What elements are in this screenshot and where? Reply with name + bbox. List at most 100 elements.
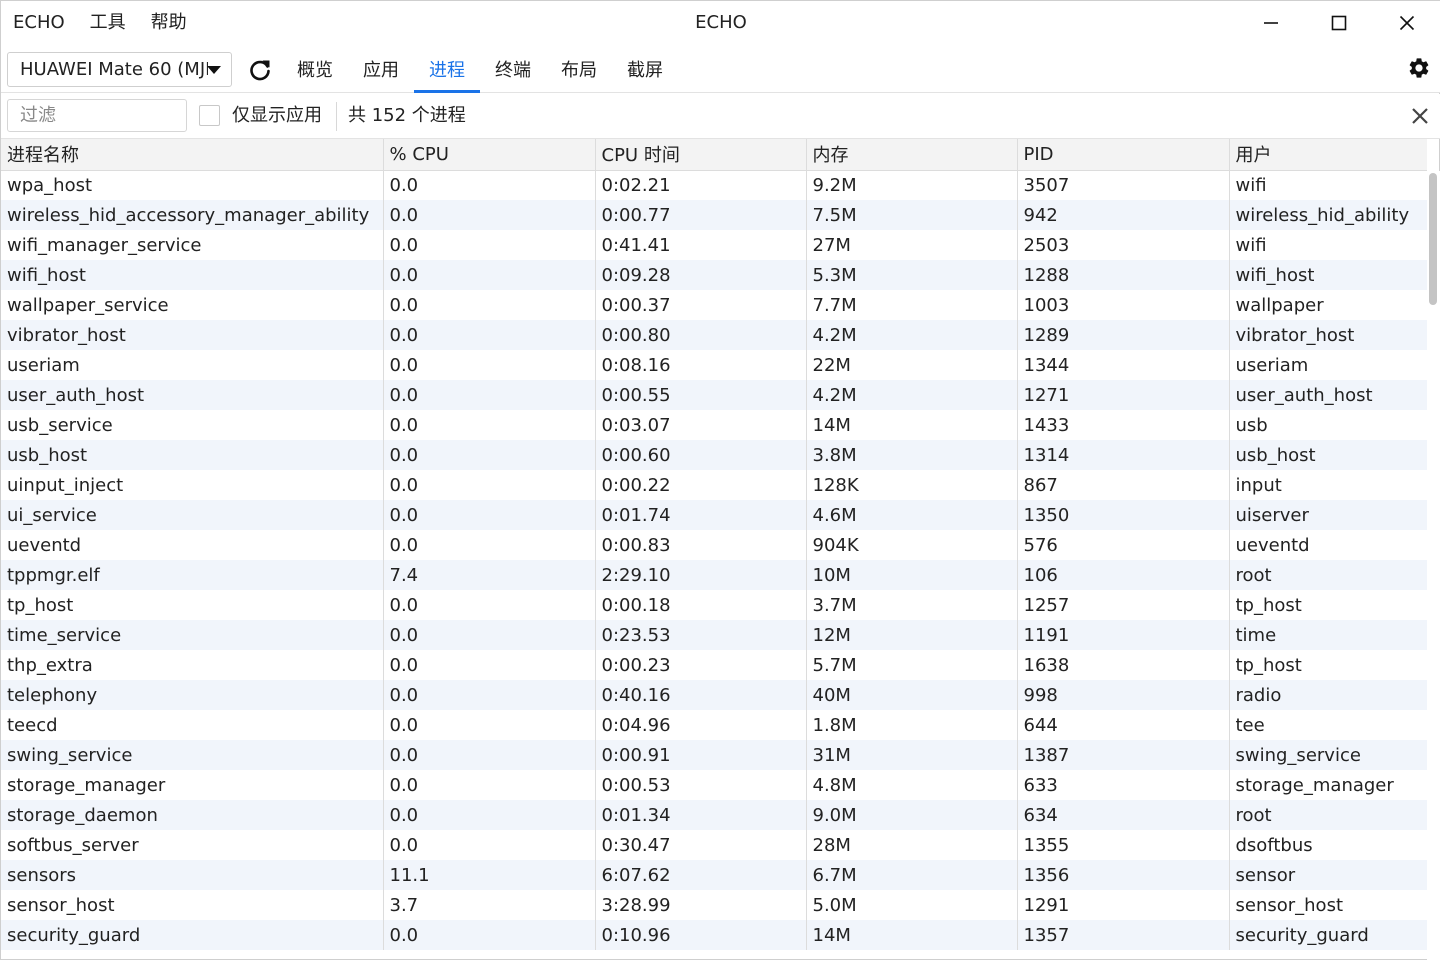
table-row[interactable]: wifi_manager_service 0.0 0:41.41 27M 2503 wif… bbox=[1, 230, 1427, 260]
cell-user: tee bbox=[1229, 710, 1427, 740]
table-row[interactable]: tppmgr.elf 7.4 2:29.10 10M 106 root bbox=[1, 560, 1427, 590]
maximize-button[interactable] bbox=[1305, 1, 1373, 45]
table-row[interactable]: wireless_hid_accessory_manager_ability 0.… bbox=[1, 200, 1427, 230]
cell-user: time bbox=[1229, 620, 1427, 650]
cell-pid: 1356 bbox=[1017, 860, 1230, 890]
toolbar: HUAWEI Mate 60 (MJE 概览 应用 进程 终端 布局 截屏 bbox=[1, 45, 1440, 93]
cell-user: wifi bbox=[1229, 230, 1427, 260]
cell-memory: 10M bbox=[806, 560, 1018, 590]
cell-cpu: 0.0 bbox=[383, 470, 596, 500]
column-header-name[interactable]: 进程名称 bbox=[1, 139, 384, 171]
column-header-user[interactable]: 用户 bbox=[1229, 139, 1427, 171]
table-row[interactable]: wallpaper_service 0.0 0:00.37 7.7M 1003 wallp… bbox=[1, 290, 1427, 320]
filter-input[interactable] bbox=[7, 99, 187, 132]
cell-name: usb_host bbox=[1, 440, 384, 470]
cell-memory: 4.6M bbox=[806, 500, 1018, 530]
table-row[interactable]: storage_manager 0.0 0:00.53 4.8M 633 storage_… bbox=[1, 770, 1427, 800]
table-row[interactable]: sensors 11.1 6:07.62 6.7M 1356 sensor bbox=[1, 860, 1427, 890]
table-row[interactable]: usb_service 0.0 0:03.07 14M 1433 usb bbox=[1, 410, 1427, 440]
table-row[interactable]: sensor_host 3.7 3:28.99 5.0M 1291 sensor_host bbox=[1, 890, 1427, 920]
tab-layout[interactable]: 布局 bbox=[546, 45, 612, 93]
cell-name: wpa_host bbox=[1, 170, 384, 200]
table-row[interactable]: usb_host 0.0 0:00.60 3.8M 1314 usb_host bbox=[1, 440, 1427, 470]
table-row[interactable]: ueventd 0.0 0:00.83 904K 576 ueventd bbox=[1, 530, 1427, 560]
settings-button[interactable] bbox=[1407, 56, 1431, 80]
table-row[interactable]: time_service 0.0 0:23.53 12M 1191 time bbox=[1, 620, 1427, 650]
process-table-container: 进程名称 % CPU CPU 时间 内存 PID 用户 wpa_host 0.0 0… bbox=[1, 139, 1440, 960]
menu-echo[interactable]: ECHO bbox=[13, 11, 65, 35]
table-row[interactable]: security_guard 0.0 0:10.96 14M 1357 security_… bbox=[1, 920, 1427, 950]
table-row[interactable]: thp_extra 0.0 0:00.23 5.7M 1638 tp_host bbox=[1, 650, 1427, 680]
cell-pid: 998 bbox=[1017, 680, 1230, 710]
cell-memory: 14M bbox=[806, 920, 1018, 950]
table-row[interactable]: uinput_inject 0.0 0:00.22 128K 867 input bbox=[1, 470, 1427, 500]
refresh-button[interactable] bbox=[247, 57, 273, 83]
table-row[interactable]: vibrator_host 0.0 0:00.80 4.2M 1289 vibrator_… bbox=[1, 320, 1427, 350]
cell-user: useriam bbox=[1229, 350, 1427, 380]
cell-name: storage_manager bbox=[1, 770, 384, 800]
cell-cpu: 0.0 bbox=[383, 500, 596, 530]
table-body: wpa_host 0.0 0:02.21 9.2M 3507 wifi wireless_h… bbox=[1, 170, 1427, 950]
cell-name: teecd bbox=[1, 710, 384, 740]
cell-user: dsoftbus bbox=[1229, 830, 1427, 860]
cell-memory: 6.7M bbox=[806, 860, 1018, 890]
menu-help[interactable]: 帮助 bbox=[151, 11, 187, 35]
cell-cpu: 7.4 bbox=[383, 560, 596, 590]
close-window-button[interactable] bbox=[1373, 1, 1440, 45]
cell-pid: 1257 bbox=[1017, 590, 1230, 620]
cell-memory: 3.7M bbox=[806, 590, 1018, 620]
clear-filter-button[interactable] bbox=[1409, 105, 1431, 127]
apps-only-checkbox[interactable] bbox=[199, 105, 220, 126]
table-row[interactable]: teecd 0.0 0:04.96 1.8M 644 tee bbox=[1, 710, 1427, 740]
cell-pid: 1191 bbox=[1017, 620, 1230, 650]
cell-cpu: 0.0 bbox=[383, 410, 596, 440]
table-row[interactable]: tp_host 0.0 0:00.18 3.7M 1257 tp_host bbox=[1, 590, 1427, 620]
menu-tools[interactable]: 工具 bbox=[90, 11, 126, 35]
scrollbar-thumb[interactable] bbox=[1429, 173, 1437, 305]
column-header-pid[interactable]: PID bbox=[1017, 139, 1230, 171]
table-row[interactable]: wpa_host 0.0 0:02.21 9.2M 3507 wifi bbox=[1, 170, 1427, 200]
minimize-button[interactable] bbox=[1237, 1, 1305, 45]
cell-name: sensors bbox=[1, 860, 384, 890]
tab-terminal[interactable]: 终端 bbox=[480, 45, 546, 93]
cell-user: swing_service bbox=[1229, 740, 1427, 770]
table-row[interactable]: user_auth_host 0.0 0:00.55 4.2M 1271 user_aut… bbox=[1, 380, 1427, 410]
cell-cpu-time: 0:00.60 bbox=[595, 440, 807, 470]
cell-memory: 5.7M bbox=[806, 650, 1018, 680]
table-row[interactable]: swing_service 0.0 0:00.91 31M 1387 swing_serv… bbox=[1, 740, 1427, 770]
table-row[interactable]: ui_service 0.0 0:01.74 4.6M 1350 uiserver bbox=[1, 500, 1427, 530]
column-header-memory[interactable]: 内存 bbox=[806, 139, 1018, 171]
cell-memory: 22M bbox=[806, 350, 1018, 380]
table-row[interactable]: softbus_server 0.0 0:30.47 28M 1355 dsoftbus bbox=[1, 830, 1427, 860]
cell-memory: 128K bbox=[806, 470, 1018, 500]
cell-memory: 12M bbox=[806, 620, 1018, 650]
table-row[interactable]: wifi_host 0.0 0:09.28 5.3M 1288 wifi_host bbox=[1, 260, 1427, 290]
gear-icon bbox=[1409, 58, 1429, 78]
device-select[interactable]: HUAWEI Mate 60 (MJE bbox=[7, 52, 232, 87]
tab-overview[interactable]: 概览 bbox=[282, 45, 348, 93]
cell-name: softbus_server bbox=[1, 830, 384, 860]
table-row[interactable]: storage_daemon 0.0 0:01.34 9.0M 634 root bbox=[1, 800, 1427, 830]
cell-pid: 867 bbox=[1017, 470, 1230, 500]
column-header-cpu-time[interactable]: CPU 时间 bbox=[595, 139, 807, 171]
tab-processes[interactable]: 进程 bbox=[414, 45, 480, 93]
cell-user: user_auth_host bbox=[1229, 380, 1427, 410]
cell-cpu: 0.0 bbox=[383, 740, 596, 770]
tab-apps[interactable]: 应用 bbox=[348, 45, 414, 93]
cell-cpu-time: 0:23.53 bbox=[595, 620, 807, 650]
cell-pid: 1291 bbox=[1017, 890, 1230, 920]
process-count: 共 152 个进程 bbox=[348, 105, 466, 126]
filter-bar: 仅显示应用 共 152 个进程 bbox=[1, 94, 1440, 139]
device-select-label: HUAWEI Mate 60 (MJE bbox=[20, 59, 208, 80]
cell-cpu: 3.7 bbox=[383, 890, 596, 920]
cell-cpu: 0.0 bbox=[383, 320, 596, 350]
cell-cpu: 0.0 bbox=[383, 680, 596, 710]
cell-user: wifi bbox=[1229, 170, 1427, 200]
cell-memory: 7.5M bbox=[806, 200, 1018, 230]
cell-cpu: 0.0 bbox=[383, 200, 596, 230]
table-row[interactable]: telephony 0.0 0:40.16 40M 998 radio bbox=[1, 680, 1427, 710]
tab-screenshot[interactable]: 截屏 bbox=[612, 45, 678, 93]
column-header-cpu[interactable]: % CPU bbox=[383, 139, 596, 171]
cell-cpu: 0.0 bbox=[383, 800, 596, 830]
table-row[interactable]: useriam 0.0 0:08.16 22M 1344 useriam bbox=[1, 350, 1427, 380]
